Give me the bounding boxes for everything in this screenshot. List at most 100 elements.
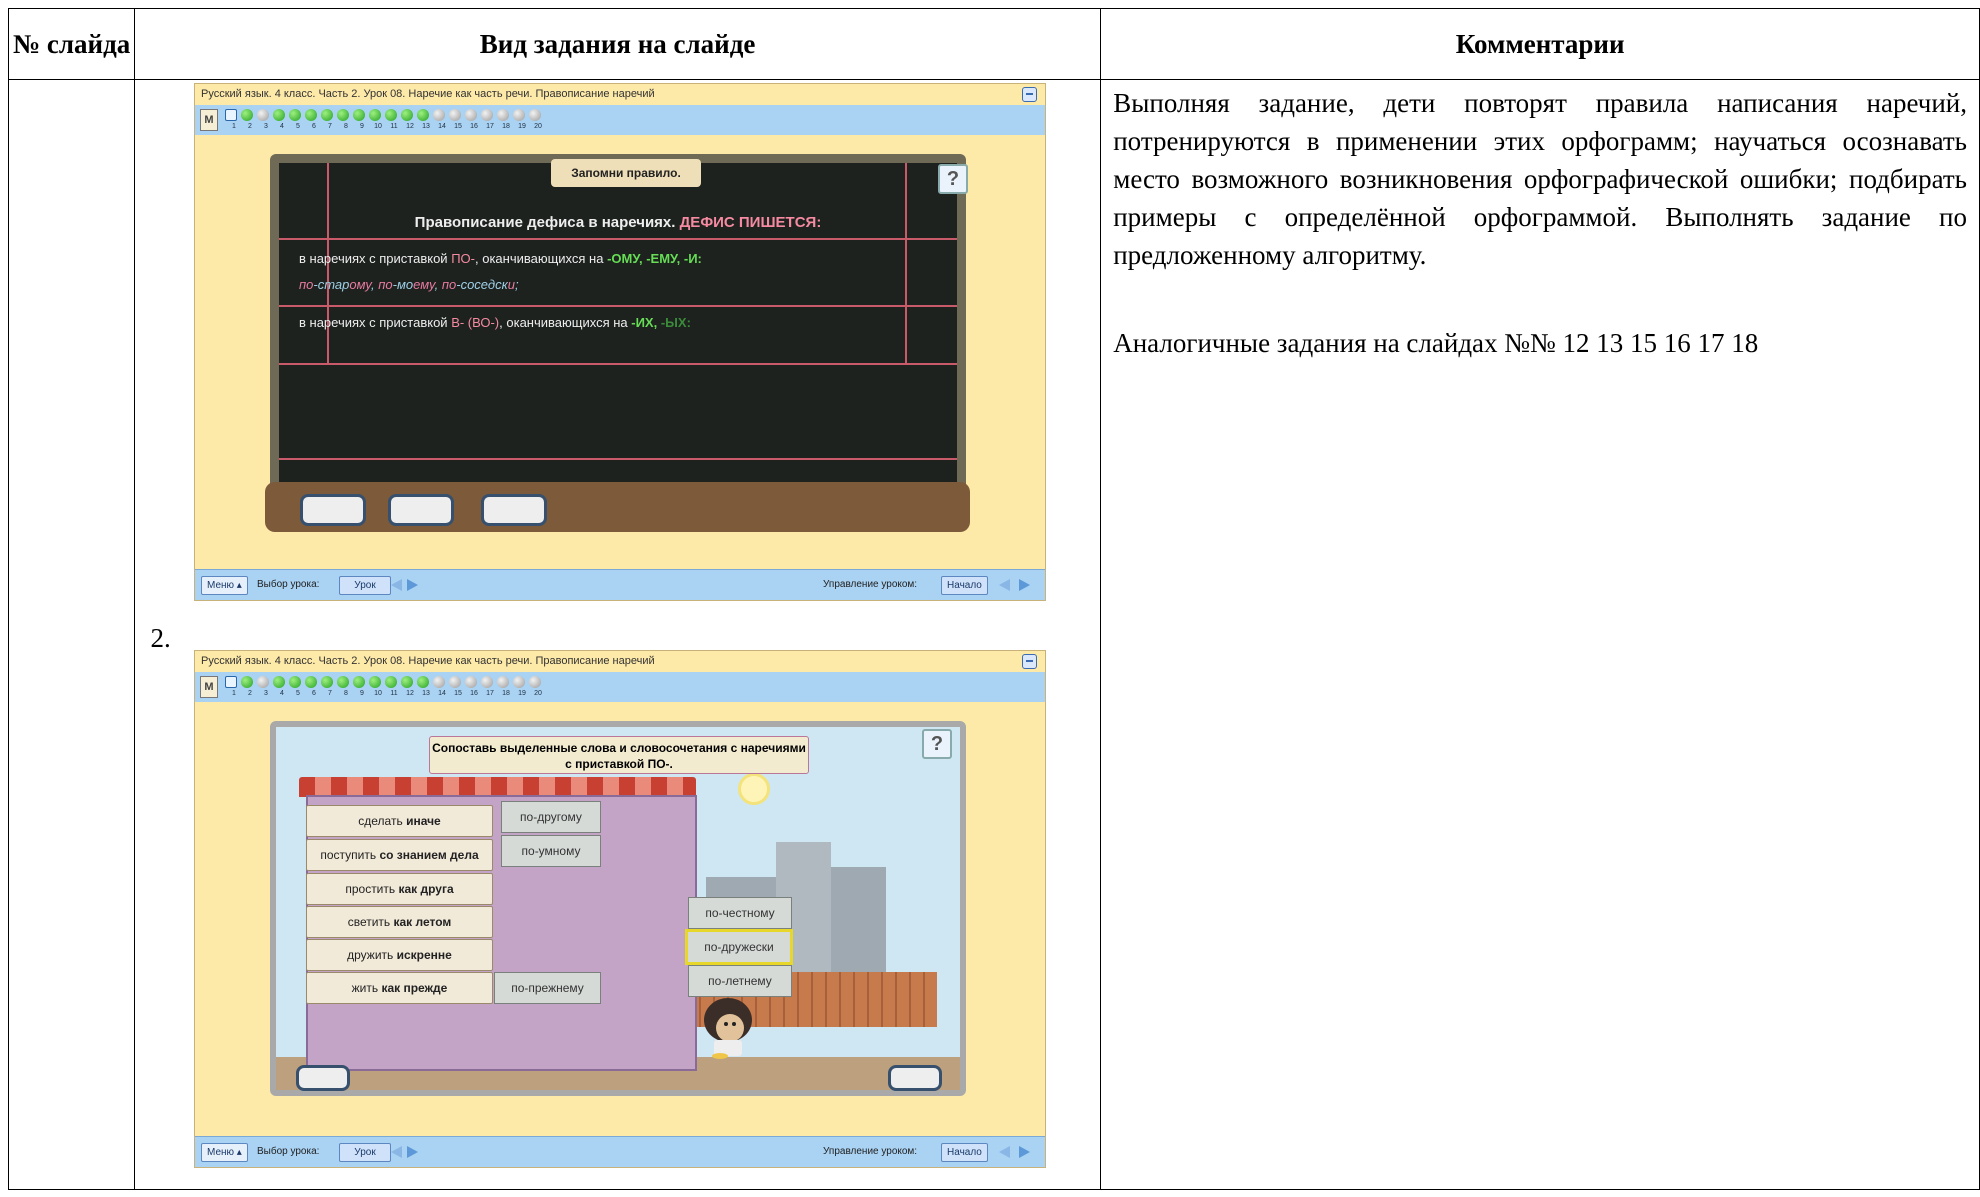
phrase-card: дружить искренне <box>306 939 493 971</box>
pause-tool-icon[interactable] <box>300 494 366 526</box>
progress-dot-icon[interactable] <box>449 109 461 121</box>
progress-dot-icon[interactable] <box>337 676 349 688</box>
progress-dot-icon[interactable] <box>449 676 461 688</box>
rule-line-1: в наречиях с приставкой ПО-, оканчивающи… <box>299 251 702 266</box>
refresh-tool-icon[interactable] <box>296 1065 350 1091</box>
prev-slide-icon[interactable] <box>999 579 1010 591</box>
progress-dot-icon[interactable] <box>465 109 477 121</box>
lesson-choice-label: Выбор урока: <box>257 579 320 590</box>
submit-tool-icon[interactable] <box>888 1065 942 1091</box>
lesson-nav-bar: М 1 2 3 4 5 6 7 8 9 10 11 12 13 14 15 16 17 18 19 20 <box>195 105 1045 135</box>
hedgehog-character-icon <box>704 998 752 1059</box>
next-slide-icon[interactable] <box>1019 1146 1030 1158</box>
chalk-line <box>279 305 957 307</box>
progress-dot-icon[interactable] <box>513 676 525 688</box>
comment-paragraph-1: Выполняя задание, дети повторят правила … <box>1113 88 1967 270</box>
progress-dot-icon[interactable] <box>481 109 493 121</box>
progress-dot-icon[interactable] <box>257 109 269 121</box>
lesson-control-bar: Меню ▴ Выбор урока: Урок Управление урок… <box>195 1136 1045 1167</box>
rule-line-2: в наречиях с приставкой В- (ВО-), оканчи… <box>299 315 691 330</box>
prev-lesson-icon[interactable] <box>391 579 402 591</box>
progress-dot-icon[interactable] <box>321 676 333 688</box>
progress-dot-icon[interactable] <box>225 676 237 688</box>
slide-title: Русский язык. 4 класс. Часть 2. Урок 08.… <box>201 655 655 667</box>
progress-dot-icon[interactable] <box>417 109 429 121</box>
phrase-card: светить как летом <box>306 906 493 938</box>
slide-number: 2. <box>150 622 171 653</box>
phrase-card: сделать иначе <box>306 805 493 837</box>
progress-dot-icon[interactable] <box>225 109 237 121</box>
progress-dot-icon[interactable] <box>529 676 541 688</box>
header-slide-number: № слайда <box>8 8 135 80</box>
progress-dot-icon[interactable] <box>497 109 509 121</box>
draggable-option[interactable]: по-честному <box>688 897 792 929</box>
start-button[interactable]: Начало <box>941 1143 988 1162</box>
progress-dot-icon[interactable] <box>401 109 413 121</box>
progress-dot-icon[interactable] <box>433 109 445 121</box>
lesson-control-bar: Меню ▴ Выбор урока: Урок Управление урок… <box>195 569 1045 600</box>
slide-title: Русский язык. 4 класс. Часть 2. Урок 08.… <box>201 88 655 100</box>
phrase-card: простить как друга <box>306 873 493 905</box>
progress-dot-icon[interactable] <box>257 676 269 688</box>
minimize-icon[interactable] <box>1022 87 1037 102</box>
next-slide-icon[interactable] <box>1019 579 1030 591</box>
progress-dot-icon[interactable] <box>369 109 381 121</box>
progress-dot-icon[interactable] <box>497 676 509 688</box>
progress-dot-icon[interactable] <box>241 109 253 121</box>
progress-dot-icon[interactable] <box>241 676 253 688</box>
minimize-icon[interactable] <box>1022 654 1037 669</box>
progress-dot-icon[interactable] <box>273 676 285 688</box>
prev-lesson-icon[interactable] <box>391 1146 402 1158</box>
chalk-line <box>279 238 957 240</box>
progress-dot-icon[interactable] <box>321 109 333 121</box>
progress-dot-icon[interactable] <box>481 676 493 688</box>
next-lesson-icon[interactable] <box>407 1146 418 1158</box>
progress-dot-icon[interactable] <box>289 109 301 121</box>
slide-screenshot-1: Русский язык. 4 класс. Часть 2. Урок 08.… <box>194 83 1046 601</box>
progress-dot-icon[interactable] <box>353 676 365 688</box>
progress-dot-icon[interactable] <box>305 676 317 688</box>
progress-dot-icon[interactable] <box>385 676 397 688</box>
lesson-control-label: Управление уроком: <box>823 579 918 590</box>
answer-slot[interactable]: по-прежнему <box>494 972 601 1004</box>
progress-dot-icon[interactable] <box>353 109 365 121</box>
board-shelf <box>265 482 970 532</box>
help-icon[interactable]: ? <box>938 164 968 194</box>
text-tool-icon[interactable] <box>481 494 547 526</box>
menu-button[interactable]: Меню ▴ <box>201 1143 248 1162</box>
lesson-button[interactable]: Урок <box>339 576 391 595</box>
progress-dot-icon[interactable] <box>337 109 349 121</box>
refresh-tool-icon[interactable] <box>388 494 454 526</box>
rule-heading: Правописание дефиса в наречиях. ДЕФИС ПИ… <box>414 214 822 231</box>
progress-dot-icon[interactable] <box>289 676 301 688</box>
progress-dot-icon[interactable] <box>273 109 285 121</box>
slide-screenshot-2: Русский язык. 4 класс. Часть 2. Урок 08.… <box>194 650 1046 1168</box>
task-instruction: Сопоставь выделенные слова и словосочета… <box>429 736 809 774</box>
answer-slot[interactable]: по-другому <box>501 801 601 833</box>
draggable-option-selected[interactable]: по-дружески <box>685 929 793 965</box>
answer-slot[interactable]: по-умному <box>501 835 601 867</box>
progress-dot-icon[interactable] <box>529 109 541 121</box>
progress-dot-icon[interactable] <box>369 676 381 688</box>
sun-icon <box>738 773 770 805</box>
lesson-numbers: 1 2 3 4 5 6 7 8 9 10 11 12 13 14 15 16 17 18 19 20 <box>232 690 542 697</box>
progress-dot-icon[interactable] <box>513 109 525 121</box>
lesson-choice-label: Выбор урока: <box>257 1146 320 1157</box>
lesson-button[interactable]: Урок <box>339 1143 391 1162</box>
progress-dot-icon[interactable] <box>385 109 397 121</box>
blackboard-surface: Запомни правило. Правописание дефиса в н… <box>279 159 957 520</box>
progress-dot-icon[interactable] <box>305 109 317 121</box>
progress-dot-icon[interactable] <box>465 676 477 688</box>
progress-dot-icon[interactable] <box>401 676 413 688</box>
prev-slide-icon[interactable] <box>999 1146 1010 1158</box>
next-lesson-icon[interactable] <box>407 579 418 591</box>
chalk-line <box>279 458 957 460</box>
progress-dot-icon[interactable] <box>417 676 429 688</box>
help-icon[interactable]: ? <box>922 729 952 759</box>
blackboard: Запомни правило. Правописание дефиса в н… <box>270 154 968 529</box>
chalk-line <box>279 363 957 365</box>
start-button[interactable]: Начало <box>941 576 988 595</box>
matching-scene: Сопоставь выделенные слова и словосочета… <box>270 721 966 1096</box>
menu-button[interactable]: Меню ▴ <box>201 576 248 595</box>
progress-dot-icon[interactable] <box>433 676 445 688</box>
